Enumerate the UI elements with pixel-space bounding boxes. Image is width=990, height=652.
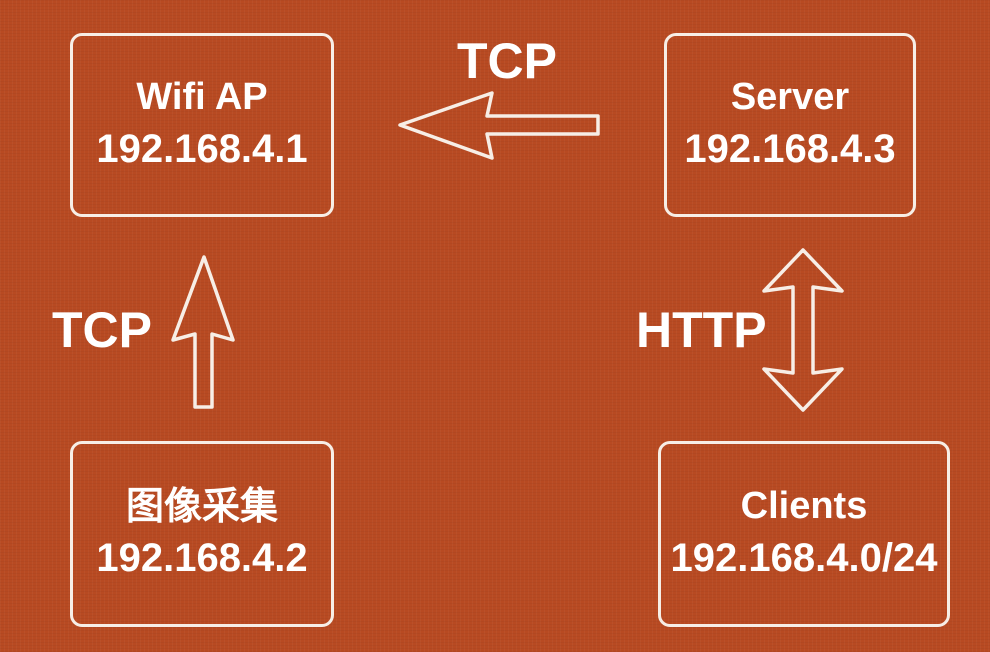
- double-arrow-icon: [762, 248, 844, 412]
- arrows-layer: [171, 91, 844, 412]
- left-arrow-icon: [398, 91, 600, 160]
- up-arrow-icon: [171, 255, 235, 409]
